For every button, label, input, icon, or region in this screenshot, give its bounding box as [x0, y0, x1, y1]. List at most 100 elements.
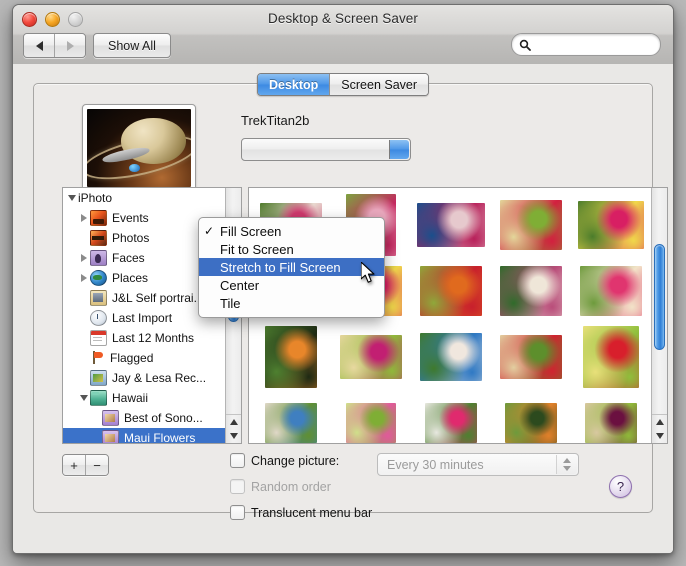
image-album-icon	[102, 410, 119, 426]
tab-desktop[interactable]: Desktop	[257, 74, 330, 95]
interval-value: Every 30 minutes	[387, 457, 484, 472]
grid-cell[interactable]	[255, 326, 327, 388]
picture-thumbnail[interactable]	[585, 403, 637, 443]
picture-thumbnail[interactable]	[500, 266, 562, 316]
add-folder-button[interactable]: +	[63, 455, 85, 475]
source-list-item-label: Best of Sono...	[124, 411, 203, 425]
sidebar-scroll-arrows[interactable]	[226, 414, 241, 443]
source-list-item-label: Photos	[112, 231, 150, 245]
picture-thumbnail[interactable]	[583, 326, 639, 388]
preview-image	[87, 109, 191, 187]
sidebar-scroll-up[interactable]	[226, 415, 241, 429]
picture-thumbnail[interactable]	[346, 403, 396, 443]
forward-arrow-icon	[66, 40, 74, 51]
change-picture-checkbox[interactable]	[230, 453, 245, 468]
grid-scroll-arrows[interactable]	[652, 414, 667, 443]
help-button[interactable]: ?	[609, 475, 632, 498]
scaling-menu[interactable]: ✓ Fill Screen Fit to Screen Stretch to Fill…	[198, 217, 385, 318]
picture-thumbnail[interactable]	[420, 266, 482, 316]
calendar-icon	[90, 330, 107, 346]
grid-cell[interactable]	[495, 326, 567, 388]
grid-scrollbar[interactable]	[651, 188, 667, 443]
grid-cell[interactable]	[495, 260, 567, 322]
grid-cell[interactable]	[575, 326, 647, 388]
menu-item[interactable]: Fit to Screen	[199, 240, 384, 258]
photos-icon	[90, 230, 107, 246]
picture-thumbnail[interactable]	[500, 335, 562, 379]
source-list-item[interactable]: iPhoto	[63, 188, 241, 208]
picture-thumbnail[interactable]	[505, 403, 557, 443]
source-list-item[interactable]: Best of Sono...	[63, 408, 241, 428]
menu-item[interactable]: Center	[199, 276, 384, 294]
search-field[interactable]	[511, 33, 661, 56]
source-list-item-label: Hawaii	[112, 391, 149, 405]
source-list-item[interactable]: Maui Flowers	[63, 428, 241, 443]
grid-cell[interactable]	[575, 194, 647, 256]
picture-thumbnail[interactable]	[500, 200, 562, 250]
interval-stepper[interactable]: Every 30 minutes	[377, 453, 579, 476]
picture-thumbnail[interactable]	[265, 326, 317, 388]
stepper-arrows-icon[interactable]	[556, 455, 577, 474]
grid-cell[interactable]	[495, 194, 567, 256]
disclosure-triangle-icon[interactable]	[77, 254, 90, 262]
grid-cell[interactable]	[335, 326, 407, 388]
menu-item[interactable]: Stretch to Fill Screen	[199, 258, 384, 276]
grid-cell[interactable]	[415, 392, 487, 443]
image-album-icon	[102, 430, 119, 443]
menu-item[interactable]: ✓ Fill Screen	[199, 222, 384, 240]
translucent-menu-checkbox[interactable]	[230, 505, 245, 520]
source-list-item[interactable]: Hawaii	[63, 388, 241, 408]
grid-scroll-up[interactable]	[652, 415, 667, 429]
source-list-item-label: Faces	[112, 251, 145, 265]
random-order-label: Random order	[251, 479, 331, 494]
disclosure-triangle-icon[interactable]	[77, 274, 90, 282]
source-list-item[interactable]: Flagged	[63, 348, 241, 368]
window-title: Desktop & Screen Saver	[267, 11, 419, 26]
tab-screen-saver[interactable]: Screen Saver	[329, 74, 429, 95]
desktop-preview[interactable]	[82, 104, 196, 192]
change-picture-label: Change picture:	[251, 453, 340, 468]
grid-cell[interactable]	[415, 194, 487, 256]
album-icon	[90, 290, 107, 306]
clock-icon	[90, 310, 107, 326]
scaling-popup-button[interactable]	[241, 138, 411, 161]
grid-cell[interactable]	[415, 326, 487, 388]
grid-cell[interactable]	[255, 392, 327, 443]
grid-scroll-thumb[interactable]	[654, 244, 665, 350]
picture-thumbnail[interactable]	[580, 266, 642, 316]
navigation-buttons	[23, 33, 86, 58]
back-button[interactable]	[24, 34, 54, 57]
source-list-item-label: Jay & Lesa Rec...	[112, 371, 207, 385]
menu-item-label: Center	[220, 277, 260, 293]
grid-cell[interactable]	[575, 392, 647, 443]
picture-thumbnail[interactable]	[340, 335, 402, 379]
picture-thumbnail[interactable]	[425, 403, 477, 443]
sidebar-scroll-down[interactable]	[226, 429, 241, 443]
grid-scroll-down[interactable]	[652, 429, 667, 443]
menu-item[interactable]: Tile	[199, 294, 384, 312]
disclosure-triangle-icon[interactable]	[77, 214, 90, 222]
moon	[128, 163, 141, 173]
picture-thumbnail[interactable]	[420, 333, 482, 381]
source-list-item-label: Events	[112, 211, 149, 225]
grid-cell[interactable]	[335, 392, 407, 443]
source-list-item[interactable]: Jay & Lesa Rec...	[63, 368, 241, 388]
picture-thumbnail[interactable]	[417, 203, 485, 247]
search-input[interactable]	[535, 37, 643, 52]
show-all-button[interactable]: Show All	[93, 33, 171, 58]
disclosure-triangle-icon[interactable]	[77, 395, 90, 401]
grid-cell[interactable]	[415, 260, 487, 322]
places-icon	[90, 270, 107, 286]
menu-item-label: Stretch to Fill Screen	[220, 259, 341, 275]
picture-thumbnail[interactable]	[578, 201, 644, 249]
grid-scroll-track[interactable]	[652, 188, 667, 415]
remove-folder-button[interactable]: −	[85, 455, 108, 475]
grid-cell[interactable]	[575, 260, 647, 322]
source-list-item-label: Places	[112, 271, 149, 285]
picture-name: TrekTitan2b	[241, 113, 310, 128]
disclosure-triangle-icon[interactable]	[65, 195, 78, 201]
source-list-item[interactable]: Last 12 Months	[63, 328, 241, 348]
grid-cell[interactable]	[495, 392, 567, 443]
source-list-item-label: iPhoto	[78, 191, 113, 205]
picture-thumbnail[interactable]	[265, 403, 317, 443]
